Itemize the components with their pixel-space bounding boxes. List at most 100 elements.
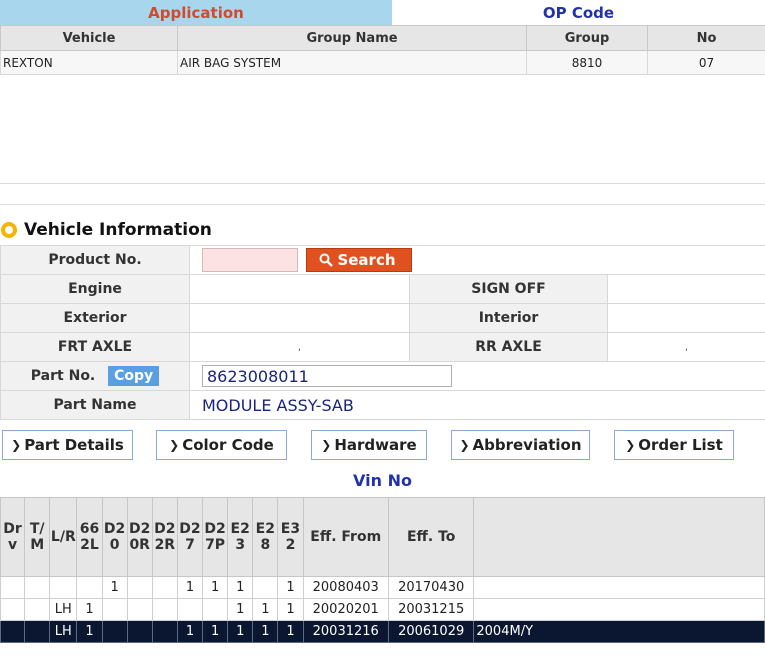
cell-e32: 1 <box>277 598 304 621</box>
product-no-cell: Search <box>189 245 765 275</box>
chevron-right-icon: ❯ <box>459 438 470 452</box>
engine-value <box>189 274 410 304</box>
cell-lr: LH <box>49 598 78 621</box>
abbreviation-button[interactable]: ❯ Abbreviation <box>451 430 590 460</box>
col-header-d20r[interactable]: D20R <box>126 497 153 577</box>
cell-662l: 1 <box>76 598 103 621</box>
col-header-no[interactable]: No <box>647 25 765 51</box>
cell-group: 8810 <box>526 50 648 75</box>
part-no-field[interactable]: 8623008011 <box>202 365 452 387</box>
search-button-label: Search <box>337 251 396 269</box>
search-icon <box>319 253 334 267</box>
col-header-e28[interactable]: E28 <box>252 497 279 577</box>
cell-d20r <box>126 598 153 621</box>
cell-e28: 1 <box>252 620 279 643</box>
exterior-label: Exterior <box>0 303 190 333</box>
cell-e23: 1 <box>227 598 254 621</box>
col-header-vehicle[interactable]: Vehicle <box>0 25 178 51</box>
cell-d27p: 1 <box>202 620 229 643</box>
interior-value <box>607 303 765 333</box>
col-header-e23[interactable]: E23 <box>227 497 254 577</box>
cell-d20 <box>101 598 128 621</box>
cell-vehicle: REXTON <box>0 50 178 75</box>
chevron-right-icon: ❯ <box>625 438 636 452</box>
order-list-button[interactable]: ❯ Order List <box>614 430 734 460</box>
rr-axle-value: , <box>684 341 689 353</box>
col-header-eff-from[interactable]: Eff. From <box>302 497 389 577</box>
col-header-e32[interactable]: E32 <box>277 497 304 577</box>
cell-d27: 1 <box>176 620 204 643</box>
vehicle-info-table: Product No. Search Engine SIGN OFF Exter… <box>0 245 765 420</box>
rr-axle-value-cell: , <box>607 332 765 362</box>
divider <box>0 183 765 184</box>
cell-e28: 1 <box>252 598 279 621</box>
cell-eff-from: 20020201 <box>302 598 389 621</box>
col-header-eff-to[interactable]: Eff. To <box>387 497 475 577</box>
cell-eff-to: 20170430 <box>387 576 475 599</box>
group-table: Vehicle Group Name Group No REXTON AIR B… <box>0 25 765 75</box>
cell-662l <box>76 576 103 599</box>
tab-application[interactable]: Application <box>0 0 392 25</box>
cell-d22r <box>151 620 178 643</box>
action-button-row: ❯ Part Details ❯ Color Code ❯ Hardware ❯ Abb… <box>0 428 765 464</box>
col-header-d22r[interactable]: D22R <box>151 497 178 577</box>
cell-note: 2004M/Y <box>473 620 765 643</box>
cell-d20 <box>101 620 128 643</box>
col-header-d27p[interactable]: D27P <box>202 497 229 577</box>
col-header-662l[interactable]: 662L <box>76 497 103 577</box>
engine-label: Engine <box>0 274 190 304</box>
search-button[interactable]: Search <box>306 248 413 272</box>
chevron-right-icon: ❯ <box>169 438 180 452</box>
cell-group-name: AIR BAG SYSTEM <box>177 50 527 75</box>
interior-label: Interior <box>409 303 608 333</box>
cell-d20r <box>126 576 153 599</box>
col-header-lr[interactable]: L/R <box>49 497 78 577</box>
table-row-selected[interactable]: LH 1 1 1 1 1 1 20031216 20061029 2004M/Y <box>0 620 765 643</box>
cell-eff-to: 20061029 <box>387 620 475 643</box>
col-header-group-name[interactable]: Group Name <box>177 25 527 51</box>
cell-e23: 1 <box>227 620 254 643</box>
cell-drv <box>0 576 26 599</box>
cell-eff-from: 20031216 <box>302 620 389 643</box>
col-header-d20[interactable]: D20 <box>101 497 128 577</box>
cell-e23: 1 <box>227 576 254 599</box>
section-title: Vehicle Information <box>24 220 212 240</box>
color-code-label: Color Code <box>182 436 274 454</box>
order-list-label: Order List <box>638 436 723 454</box>
cell-drv <box>0 598 26 621</box>
cell-662l: 1 <box>76 620 103 643</box>
frt-axle-value-cell: , <box>189 332 410 362</box>
bullet-icon <box>1 222 17 238</box>
vehicle-info-header: Vehicle Information <box>0 217 212 243</box>
part-no-label: Part No. <box>30 368 96 384</box>
cell-e32: 1 <box>277 620 304 643</box>
cell-d27p: 1 <box>202 576 229 599</box>
color-code-button[interactable]: ❯ Color Code <box>156 430 287 460</box>
cell-d20r <box>126 620 153 643</box>
cell-d20: 1 <box>101 576 128 599</box>
product-no-input[interactable] <box>202 248 298 272</box>
cell-d27: 1 <box>176 576 204 599</box>
col-header-d27[interactable]: D27 <box>176 497 204 577</box>
exterior-value <box>189 303 410 333</box>
chevron-right-icon: ❯ <box>321 438 332 452</box>
part-details-label: Part Details <box>24 436 124 454</box>
cell-d27 <box>176 598 204 621</box>
sign-off-label: SIGN OFF <box>409 274 608 304</box>
cell-eff-to: 20031215 <box>387 598 475 621</box>
hardware-button[interactable]: ❯ Hardware <box>311 430 427 460</box>
col-header-tm[interactable]: T/M <box>24 497 51 577</box>
product-no-label: Product No. <box>0 245 190 275</box>
table-row[interactable]: 1 1 1 1 1 20080403 20170430 <box>0 576 765 599</box>
col-header-drv[interactable]: Drv <box>0 497 26 577</box>
copy-button[interactable]: Copy <box>108 366 160 386</box>
part-details-button[interactable]: ❯ Part Details <box>2 430 133 460</box>
cell-tm <box>24 576 51 599</box>
cell-tm <box>24 620 51 643</box>
vin-table: Drv T/M L/R 662L D20 D20R D22R D27 D27P … <box>0 497 765 643</box>
col-header-group[interactable]: Group <box>526 25 648 51</box>
cell-no: 07 <box>647 50 765 75</box>
table-row[interactable]: REXTON AIR BAG SYSTEM 8810 07 <box>0 50 765 75</box>
tab-op-code[interactable]: OP Code <box>392 0 765 25</box>
table-row[interactable]: LH 1 1 1 1 20020201 20031215 <box>0 598 765 621</box>
